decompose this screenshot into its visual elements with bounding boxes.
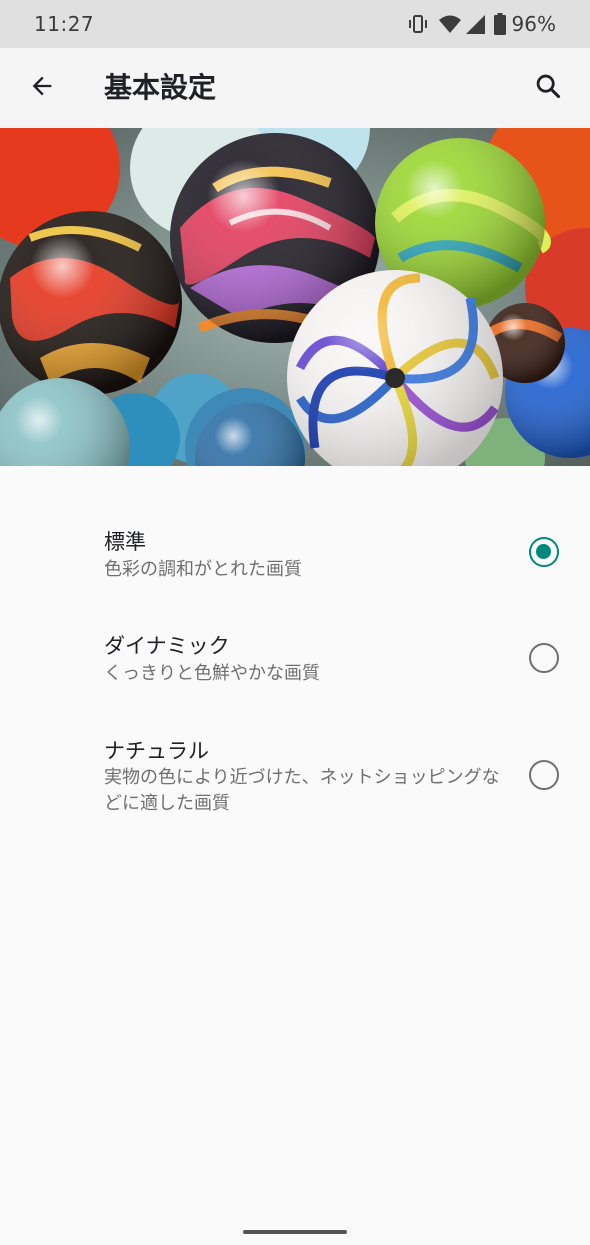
option-dynamic-radio[interactable]	[529, 643, 559, 673]
option-natural-title: ナチュラル	[104, 739, 209, 763]
battery-percent: 96%	[511, 12, 556, 36]
arrow-left-icon	[28, 72, 56, 104]
option-natural[interactable]: ナチュラル 実物の色により近づけた、ネットショッピングなどに適した画質	[0, 731, 590, 821]
app-bar: 基本設定	[0, 48, 590, 128]
back-button[interactable]	[20, 66, 64, 110]
search-button[interactable]	[526, 66, 570, 110]
status-bar: 11:27 96%	[0, 0, 590, 48]
battery-icon	[493, 13, 506, 35]
gesture-nav-handle[interactable]	[243, 1230, 347, 1234]
option-natural-description: 実物の色により近づけた、ネットショッピングなどに適した画質	[104, 767, 500, 814]
status-time: 11:27	[34, 12, 95, 36]
vibrate-icon	[406, 12, 430, 36]
status-icons: 96%	[406, 10, 556, 38]
wifi-icon	[438, 12, 462, 36]
search-icon	[534, 72, 562, 104]
option-standard-radio[interactable]	[529, 537, 559, 567]
page-title: 基本設定	[104, 71, 217, 104]
hero-image-marbles	[0, 128, 590, 466]
signal-icon	[464, 13, 486, 35]
option-standard-title: 標準	[104, 530, 146, 554]
option-dynamic-title: ダイナミック	[104, 634, 230, 658]
option-standard[interactable]: 標準 色彩の調和がとれた画質	[0, 522, 590, 592]
option-dynamic-description: くっきりと色鮮やかな画質	[104, 663, 320, 684]
option-standard-description: 色彩の調和がとれた画質	[104, 559, 302, 580]
option-dynamic[interactable]: ダイナミック くっきりと色鮮やかな画質	[0, 626, 590, 696]
option-natural-radio[interactable]	[529, 760, 559, 790]
